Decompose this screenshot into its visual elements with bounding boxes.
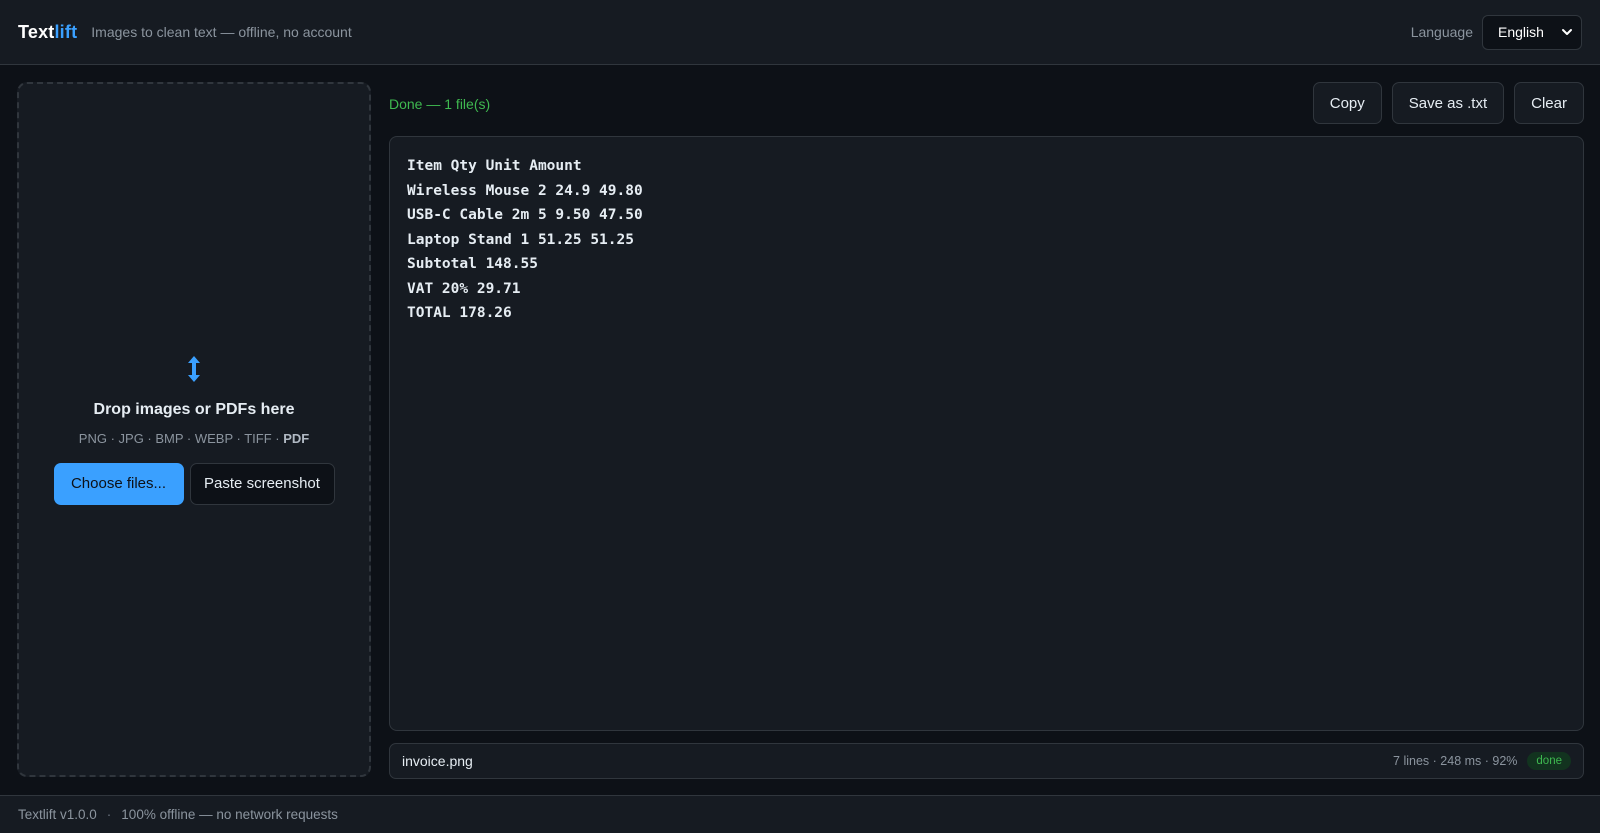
chevron-down-icon [1562, 29, 1572, 35]
file-name: invoice.png [402, 753, 473, 769]
language-label: Language [1410, 24, 1473, 40]
output-toolbar: Copy Save as .txt Clear [1312, 82, 1584, 124]
language-select[interactable]: English [1482, 14, 1582, 50]
output-line: TOTAL 178.26 [407, 305, 512, 321]
output-line: Wireless Mouse 2 24.9 49.80 [407, 182, 643, 199]
file-stats: 7 lines · 248 ms · 92% [1393, 754, 1518, 768]
app-header: Textlift Images to clean text — offline,… [0, 0, 1600, 65]
output-line: Item Qty Unit Amount [407, 158, 582, 174]
language-picker: Language English [1410, 14, 1582, 50]
offline-note: 100% offline — no network requests [121, 807, 338, 822]
paste-screenshot-button[interactable]: Paste screenshot [189, 462, 335, 505]
output-line: USB-C Cable 2m 5 9.50 47.50 [407, 207, 643, 223]
output-line: Subtotal 148.55 [407, 256, 538, 272]
status-message: Done — 1 file(s) [389, 96, 491, 112]
app-tagline: Images to clean text — offline, no accou… [91, 24, 352, 40]
app-logo: Textlift [18, 21, 78, 42]
file-dropzone[interactable]: Drop images or PDFs here PNG · JPG · BMP… [17, 82, 371, 777]
choose-files-button[interactable]: Choose files... [53, 462, 184, 505]
app-version: Textlift v1.0.0 [18, 807, 97, 822]
extracted-text-area[interactable]: Item Qty Unit Amount Wireless Mouse 2 24… [389, 136, 1584, 731]
language-value: English [1498, 24, 1544, 40]
footer-separator: · [106, 807, 112, 822]
vertical-arrows-icon [188, 355, 200, 382]
supported-formats: PNG · JPG · BMP · WEBP · TIFF · PDF [78, 430, 310, 446]
output-line: Laptop Stand 1 51.25 51.25 [407, 231, 634, 248]
dropzone-title: Drop images or PDFs here [93, 400, 295, 418]
status-badge: done [1527, 752, 1571, 770]
dropzone-actions: Choose files... Paste screenshot [53, 462, 335, 505]
file-list-item[interactable]: invoice.png 7 lines · 248 ms · 92% done [389, 743, 1584, 779]
clear-button[interactable]: Clear [1514, 82, 1584, 124]
copy-button[interactable]: Copy [1312, 82, 1382, 124]
save-txt-button[interactable]: Save as .txt [1391, 82, 1505, 124]
app-footer: Textlift v1.0.0 · 100% offline — no netw… [0, 795, 1600, 833]
output-line: VAT 20% 29.71 [407, 280, 521, 297]
